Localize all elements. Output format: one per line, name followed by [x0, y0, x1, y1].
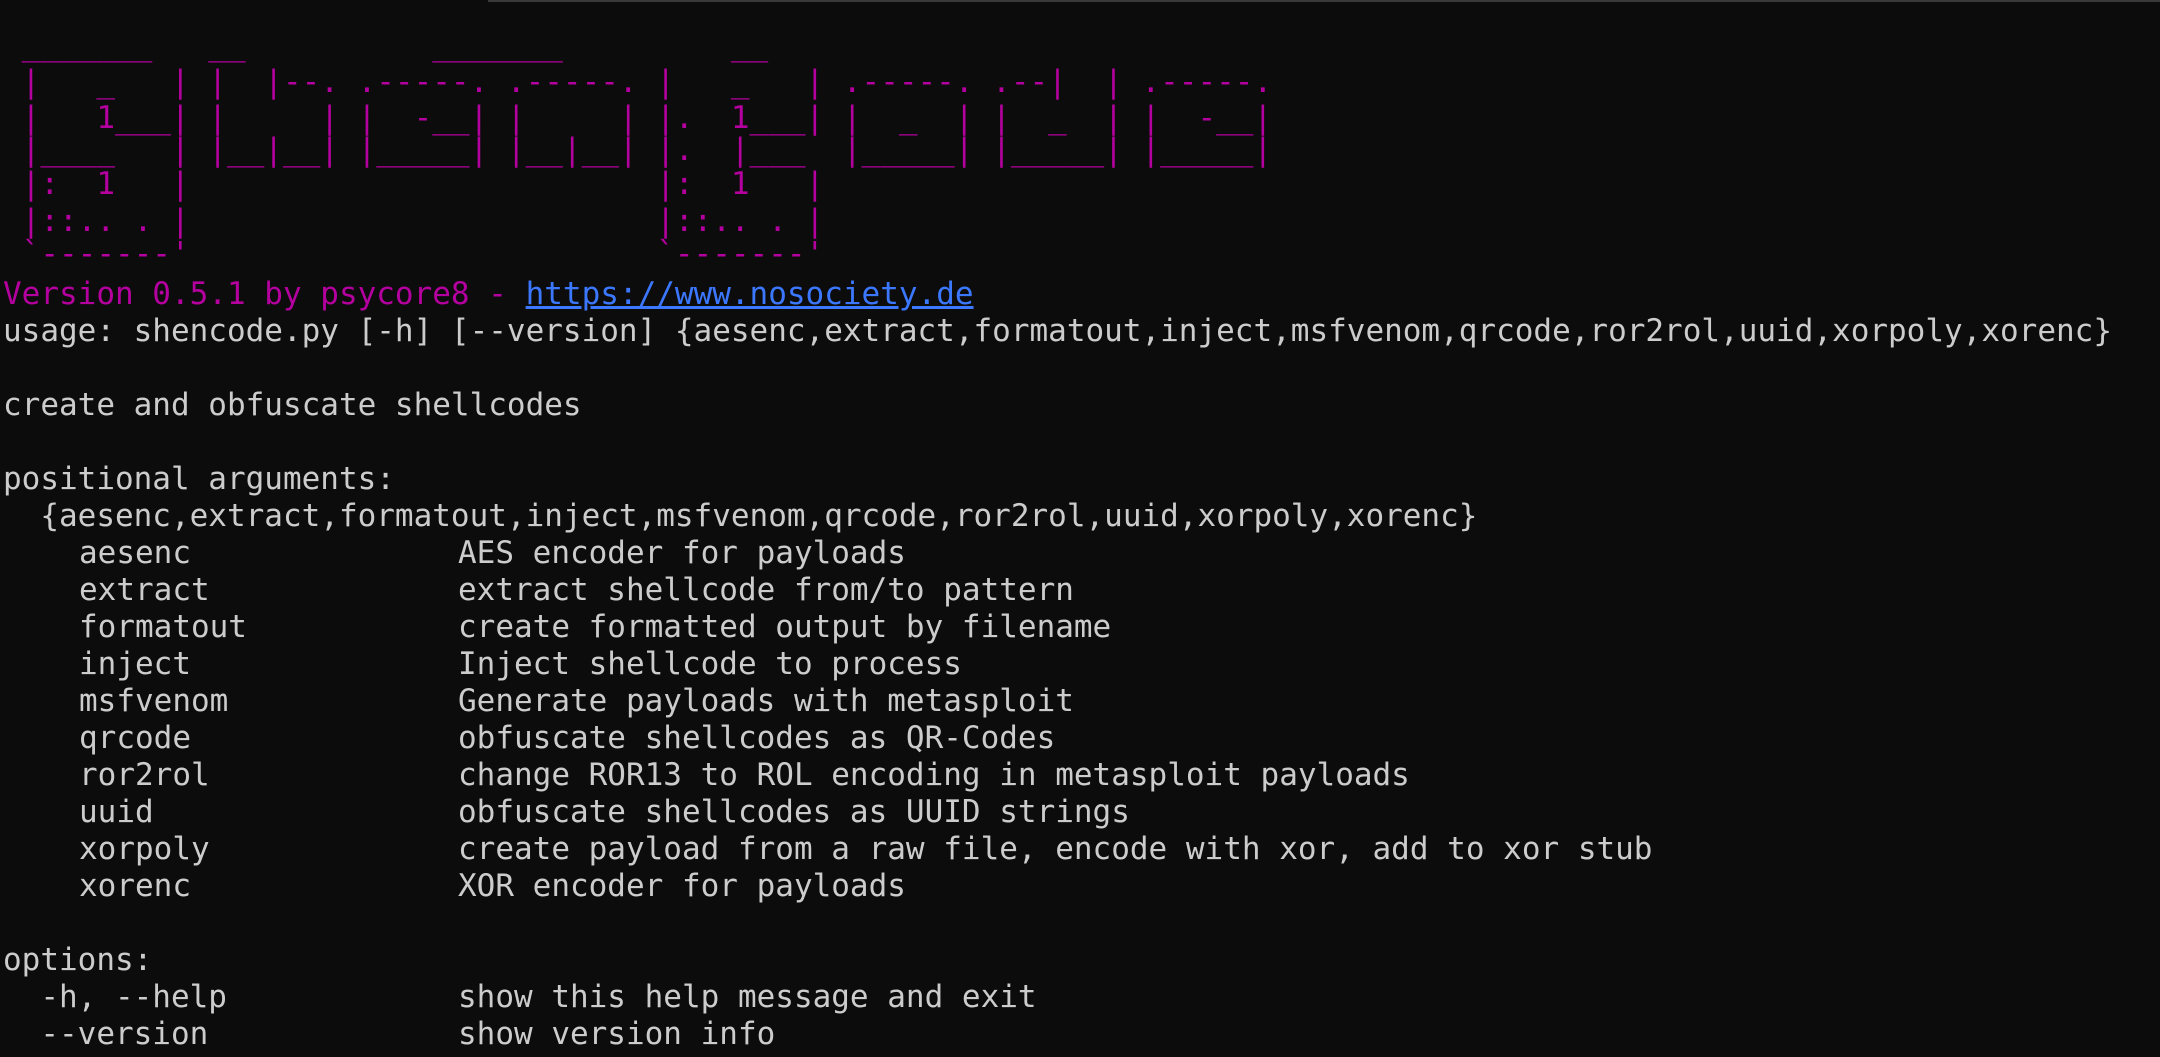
command-name: inject [79, 646, 191, 682]
option-flag: -h, --help [3, 979, 227, 1015]
banner-art-line: |::.. . | |::.. . | [3, 203, 825, 239]
banner-art-line: _______ __ _______ __ [3, 27, 993, 63]
command-help: change ROR13 to ROL encoding in metasplo… [458, 757, 1410, 793]
command-help: Inject shellcode to process [458, 646, 962, 682]
positional-header: positional arguments: [3, 461, 395, 497]
version-text: Version 0.5.1 by psycore8 - [3, 276, 526, 312]
command-name: xorpoly [79, 831, 210, 867]
command-name: ror2rol [79, 757, 210, 793]
command-name: uuid [79, 794, 154, 830]
command-help: create formatted output by filename [458, 609, 1112, 645]
option-help: show version info [458, 1016, 776, 1052]
banner-art-line: |____ | |__|__| |_____| |__|__| |. |___ … [3, 132, 1273, 168]
command-help: obfuscate shellcodes as UUID strings [458, 794, 1130, 830]
option-flag: --version [3, 1016, 209, 1052]
command-name: extract [79, 572, 210, 608]
command-help: Generate payloads with metasploit [458, 683, 1074, 719]
website-link[interactable]: https://www.nosociety.de [526, 276, 974, 312]
command-name: msfvenom [79, 683, 229, 719]
command-help: XOR encoder for payloads [458, 868, 906, 904]
positional-choices: {aesenc,extract,formatout,inject,msfveno… [3, 498, 1478, 534]
command-name: formatout [79, 609, 247, 645]
command-name: qrcode [79, 720, 191, 756]
terminal-window[interactable]: _______ __ _______ __ | _ | | |--. .----… [0, 0, 2160, 1057]
window-top-border [488, 0, 2160, 2]
usage-line: usage: shencode.py [-h] [--version] {aes… [3, 313, 2112, 349]
option-help: show this help message and exit [458, 979, 1037, 1015]
command-help: AES encoder for payloads [458, 535, 906, 571]
command-name: xorenc [79, 868, 191, 904]
version-line: Version 0.5.1 by psycore8 - https://www.… [3, 276, 974, 313]
description-line: create and obfuscate shellcodes [3, 387, 582, 423]
command-name: aesenc [79, 535, 191, 571]
banner-art-line: |: 1 | |: 1 | [3, 166, 825, 202]
command-help: obfuscate shellcodes as QR-Codes [458, 720, 1056, 756]
banner-art-line: `-------' `-------' [3, 236, 825, 272]
options-header: options: [3, 942, 153, 978]
banner-art-line: | _ | | |--. .-----. .-----. | _ | .----… [3, 64, 1273, 100]
command-help: extract shellcode from/to pattern [458, 572, 1074, 608]
command-help: create payload from a raw file, encode w… [458, 831, 1653, 867]
